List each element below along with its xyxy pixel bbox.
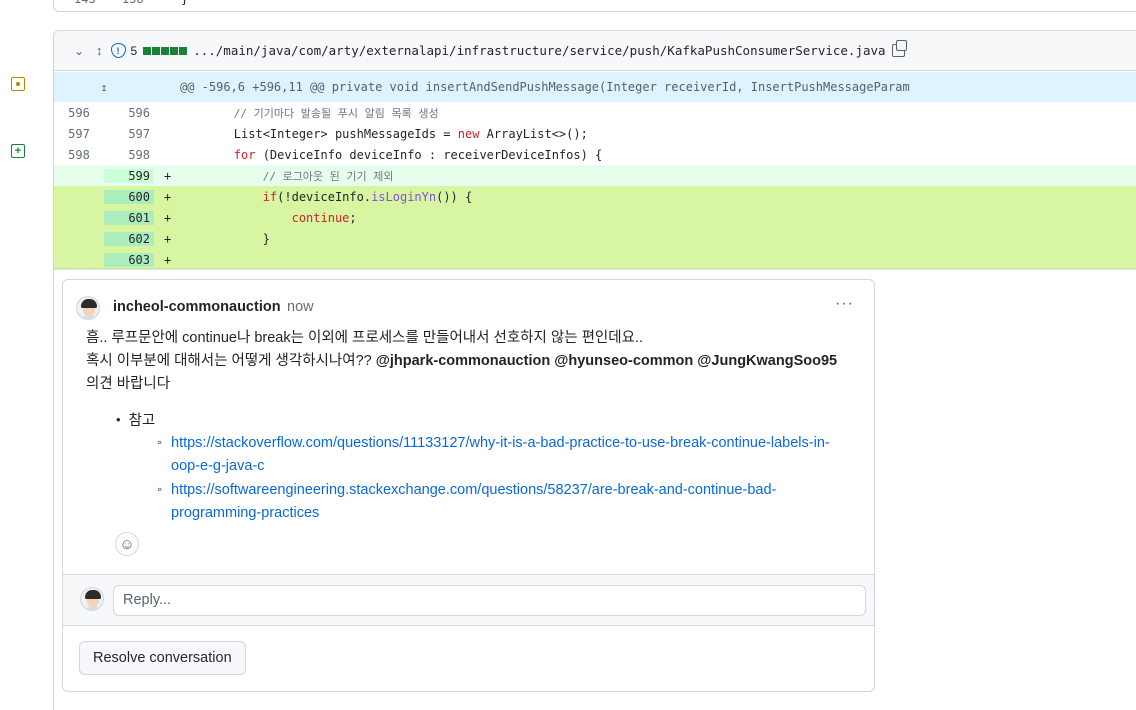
hunk-header-row: ↥ @@ -596,6 +596,11 @@ private void inse… xyxy=(54,72,1136,102)
divider xyxy=(53,268,1136,269)
copy-icon[interactable] xyxy=(891,40,907,57)
comment-line: 의견 바랍니다 xyxy=(86,376,171,392)
resolve-conversation-button[interactable]: Resolve conversation xyxy=(79,641,246,675)
file-header: ⌄ ↕ ! 5 .../main/java/com/arty/externala… xyxy=(54,31,1136,71)
code-line: List<Integer> pushMessageIds = new Array… xyxy=(233,126,588,141)
reference-link[interactable]: https://softwareengineering.stackexchang… xyxy=(171,482,776,521)
previous-file-tail: 143 158 } xyxy=(53,0,1136,12)
table-row-added: 603 + xyxy=(54,249,1136,270)
diff-sign: + xyxy=(164,252,172,267)
comment-line: 혹시 이부분에 대해서는 어떻게 생각하시나여?? @jhpark-common… xyxy=(86,353,838,369)
diff-sign: + xyxy=(164,231,172,246)
reference-list: https://stackoverflow.com/questions/1113… xyxy=(157,432,837,526)
line-number-new[interactable]: 602 xyxy=(104,231,154,246)
line-number-new[interactable]: 603 xyxy=(104,252,154,267)
line-number-old[interactable]: 596 xyxy=(54,106,104,120)
diff-table: ↥ @@ -596,6 +596,11 @@ private void inse… xyxy=(54,72,1136,270)
review-thread: incheol-commonauction now ··· 흠.. 루프문안에 … xyxy=(62,279,875,692)
line-number-new[interactable]: 598 xyxy=(104,148,154,162)
reply-section: Reply... xyxy=(63,574,874,625)
add-comment-icon[interactable]: + xyxy=(11,144,25,158)
comment-body: 흠.. 루프문안에 continue나 break는 이외에 프로세스를 만들어… xyxy=(86,327,866,396)
reference-link[interactable]: https://stackoverflow.com/questions/1113… xyxy=(171,435,830,474)
kebab-menu-icon[interactable]: ··· xyxy=(835,295,854,313)
comment-author[interactable]: incheol-commonauction xyxy=(113,299,281,315)
line-number-old[interactable]: 598 xyxy=(54,148,104,162)
code-line: } xyxy=(181,0,188,6)
line-number-new[interactable]: 601 xyxy=(104,210,154,225)
comment-timestamp[interactable]: now xyxy=(287,299,314,315)
mention-link[interactable]: @hyunseo-common xyxy=(554,353,693,369)
file-comment-count: 5 xyxy=(130,43,138,58)
line-number-new[interactable]: 599 xyxy=(104,168,154,183)
table-row-added: 599 + // 로그아웃 된 기기 제외 xyxy=(54,165,1136,186)
line-number-new[interactable]: 600 xyxy=(104,189,154,204)
add-reaction-smiley-icon[interactable]: ☺ xyxy=(115,532,139,556)
shield-icon[interactable]: ! xyxy=(110,43,126,58)
table-row: 596 596 // 기기마다 발송될 푸시 알림 목록 생성 xyxy=(54,102,1136,123)
line-number-new: 158 xyxy=(122,0,144,6)
diffstat-blocks xyxy=(143,46,188,55)
diff-sign: + xyxy=(164,210,172,225)
comment-marker-icon[interactable] xyxy=(11,77,25,91)
hunk-header: @@ -596,6 +596,11 @@ private void insert… xyxy=(180,80,910,94)
chevron-down-icon[interactable]: ⌄ xyxy=(74,44,88,58)
table-row-added: 600 + if(!deviceInfo.isLoginYn()) { xyxy=(54,186,1136,207)
unfold-icon[interactable]: ↕ xyxy=(96,43,103,58)
list-item: 참고 xyxy=(116,409,156,430)
file-path[interactable]: .../main/java/com/arty/externalapi/infra… xyxy=(193,43,885,58)
reply-input[interactable]: Reply... xyxy=(113,585,866,616)
code-line: } xyxy=(262,231,270,246)
code-line: continue; xyxy=(291,210,357,225)
line-number-new[interactable]: 596 xyxy=(104,106,154,120)
diff-sign: + xyxy=(164,189,172,204)
code-line: if(!deviceInfo.isLoginYn()) { xyxy=(262,189,473,204)
list-item: https://stackoverflow.com/questions/1113… xyxy=(157,432,837,478)
table-row-added: 602 + } xyxy=(54,228,1136,249)
diff-sign: + xyxy=(164,168,172,183)
table-row: 598 598 for (DeviceInfo deviceInfo : rec… xyxy=(54,144,1136,165)
code-line: for (DeviceInfo deviceInfo : receiverDev… xyxy=(233,147,603,162)
resolve-section: Resolve conversation xyxy=(63,625,874,691)
mention-link[interactable]: @jhpark-commonauction xyxy=(376,353,550,369)
line-number-new[interactable]: 597 xyxy=(104,127,154,141)
list-item: https://softwareengineering.stackexchang… xyxy=(157,479,837,525)
line-number-old[interactable]: 597 xyxy=(54,127,104,141)
expand-up-icon[interactable]: ↥ xyxy=(54,81,154,94)
code-line: // 로그아웃 된 기기 제외 xyxy=(262,169,394,183)
avatar[interactable] xyxy=(76,296,100,320)
table-row-added: 601 + continue; xyxy=(54,207,1136,228)
table-row: 597 597 List<Integer> pushMessageIds = n… xyxy=(54,123,1136,144)
mention-link[interactable]: @JungKwangSoo95 xyxy=(697,353,837,369)
list-label: 참고 xyxy=(128,413,156,429)
code-line: // 기기마다 발송될 푸시 알림 목록 생성 xyxy=(233,106,439,120)
comment-line: 흠.. 루프문안에 continue나 break는 이외에 프로세스를 만들어… xyxy=(86,330,644,346)
line-number-old: 143 xyxy=(74,0,96,6)
avatar[interactable] xyxy=(80,587,104,611)
